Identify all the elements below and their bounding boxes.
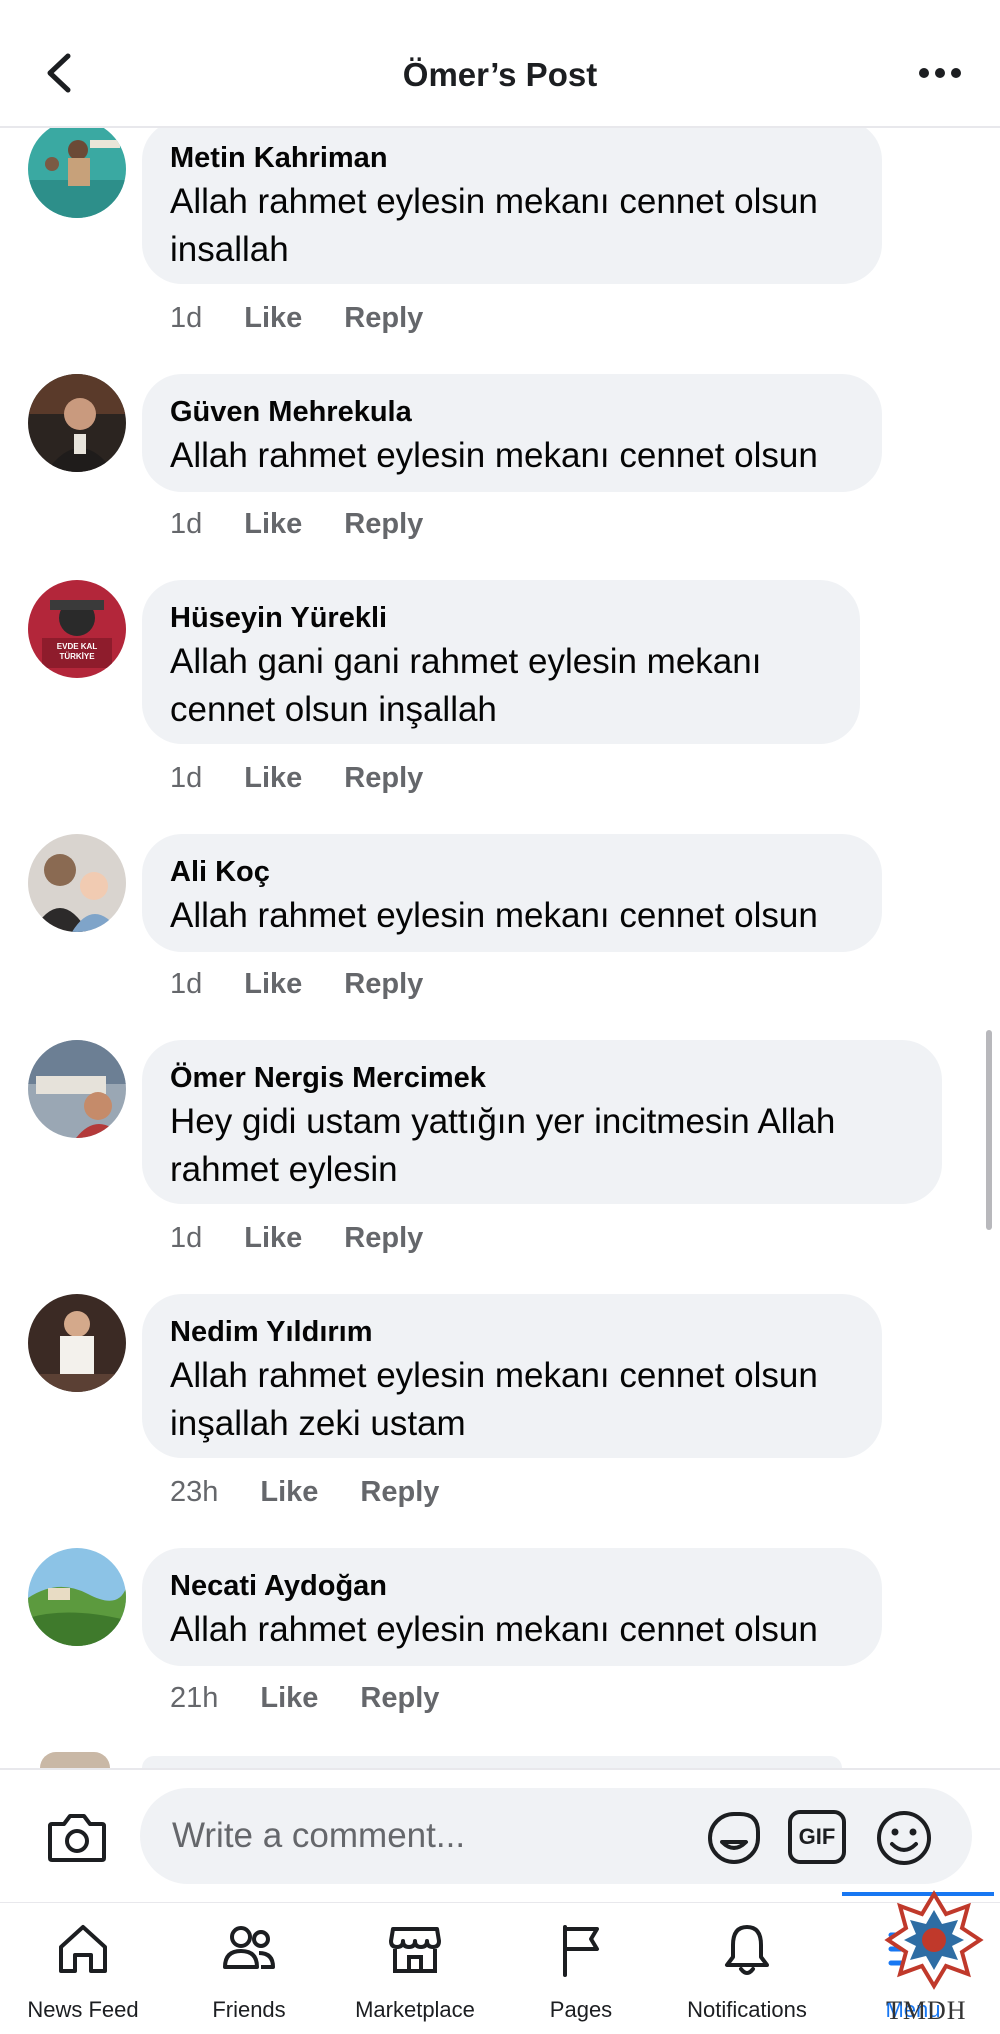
comment-input[interactable]: Write a comment... GIF (140, 1788, 972, 1884)
camera-icon[interactable] (46, 1808, 108, 1866)
comment-actions: 1d Like Reply (170, 1222, 423, 1255)
flag-icon (563, 1925, 599, 1977)
like-button[interactable]: Like (260, 1476, 318, 1509)
avatar[interactable] (28, 1294, 126, 1392)
avatar[interactable] (28, 1040, 126, 1138)
home-icon (59, 1925, 107, 1973)
avatar[interactable] (28, 1548, 126, 1646)
gif-button[interactable]: GIF (788, 1810, 846, 1864)
comment-text: Hey gidi ustam yattığın yer incitmesin A… (170, 1102, 836, 1189)
comment-actions: 21h Like Reply (170, 1682, 439, 1715)
comment-text: Allah gani gani rahmet eylesin mekanı ce… (170, 642, 762, 729)
timestamp: 1d (170, 508, 203, 540)
watermark-emblem-icon (884, 1890, 984, 1990)
like-button[interactable]: Like (244, 302, 302, 335)
like-button[interactable]: Like (244, 968, 302, 1001)
nav-label: Friends (212, 1997, 286, 2022)
comment-text: Allah rahmet eylesin mekanı cennet olsun (170, 1610, 818, 1649)
marketplace-icon (389, 1927, 441, 1973)
bell-icon (725, 1925, 769, 1975)
comment-placeholder: Write a comment... (172, 1816, 466, 1855)
avatar[interactable] (28, 120, 126, 218)
avatar-badge: EVDE KAL TÜRKİYE (56, 642, 98, 661)
timestamp: 1d (170, 762, 203, 794)
post-header: Ömer’s Post (0, 0, 1000, 128)
avatar[interactable] (28, 374, 126, 472)
commenter-name[interactable]: Necati Aydoğan (170, 1568, 852, 1604)
like-button[interactable]: Like (244, 762, 302, 795)
commenter-name[interactable]: Hüseyin Yürekli (170, 600, 830, 636)
comment-text: Allah rahmet eylesin mekanı cennet olsun (170, 896, 818, 935)
timestamp: 1d (170, 1222, 203, 1254)
nav-label: Pages (549, 1997, 613, 2022)
like-button[interactable]: Like (244, 1222, 302, 1255)
commenter-name[interactable]: Güven Mehrekula (170, 394, 852, 430)
commenter-name[interactable]: Nedim Yıldırım (170, 1314, 852, 1350)
scrollbar[interactable] (986, 1030, 992, 1230)
comment-text: Allah rahmet eylesin mekanı cennet olsun… (170, 182, 818, 269)
timestamp: 1d (170, 968, 203, 1000)
comment-partial (40, 1752, 110, 1768)
comment-bubble: Nedim Yıldırım Allah rahmet eylesin meka… (142, 1294, 882, 1458)
comment-bubble: Necati Aydoğan Allah rahmet eylesin meka… (142, 1548, 882, 1666)
comment-bubble: Güven Mehrekula Allah rahmet eylesin mek… (142, 374, 882, 492)
comment-bubble-partial (142, 1756, 842, 1768)
comment-actions: 1d Like Reply (170, 302, 423, 335)
nav-notifications[interactable]: Notifications (664, 1903, 830, 2034)
friends-icon (223, 1926, 275, 1969)
comment-bubble: Hüseyin Yürekli Allah gani gani rahmet e… (142, 580, 860, 744)
nav-friends[interactable]: Friends (166, 1903, 332, 2034)
more-options-icon[interactable] (916, 58, 964, 88)
comment-text: Allah rahmet eylesin mekanı cennet olsun… (170, 1356, 818, 1443)
reply-button[interactable]: Reply (344, 762, 423, 795)
nav-label: Notifications (687, 1997, 807, 2022)
reply-button[interactable]: Reply (344, 302, 423, 335)
comment-text: Allah rahmet eylesin mekanı cennet olsun (170, 436, 818, 475)
reply-button[interactable]: Reply (360, 1682, 439, 1715)
sticker-icon[interactable] (704, 1808, 764, 1868)
like-button[interactable]: Like (244, 508, 302, 541)
comment-bubble: Ali Koç Allah rahmet eylesin mekanı cenn… (142, 834, 882, 952)
comment-actions: 1d Like Reply (170, 508, 423, 541)
timestamp: 1d (170, 302, 203, 334)
comment-actions: 1d Like Reply (170, 968, 423, 1001)
nav-marketplace[interactable]: Marketplace (332, 1903, 498, 2034)
watermark-logo: TMDH (880, 1890, 990, 2034)
avatar[interactable]: EVDE KAL TÜRKİYE (28, 580, 126, 678)
commenter-name[interactable]: Metin Kahriman (170, 140, 852, 176)
timestamp: 23h (170, 1476, 219, 1508)
avatar[interactable] (28, 834, 126, 932)
nav-label: Marketplace (355, 1997, 475, 2022)
gif-label: GIF (798, 1824, 836, 1849)
reply-button[interactable]: Reply (344, 968, 423, 1001)
nav-news-feed[interactable]: News Feed (0, 1903, 166, 2034)
reply-button[interactable]: Reply (360, 1476, 439, 1509)
timestamp: 21h (170, 1682, 219, 1714)
comment-composer: Write a comment... GIF (0, 1768, 1000, 1902)
nav-label: News Feed (27, 1997, 139, 2022)
page-title: Ömer’s Post (402, 56, 598, 93)
bottom-nav: News Feed Friends Marketplace Pages Noti… (0, 1902, 1000, 2034)
comment-bubble: Metin Kahriman Allah rahmet eylesin meka… (142, 120, 882, 284)
emoji-icon[interactable] (874, 1808, 934, 1868)
watermark-text: TMDH (886, 1996, 967, 2025)
reply-button[interactable]: Reply (344, 508, 423, 541)
like-button[interactable]: Like (260, 1682, 318, 1715)
commenter-name[interactable]: Ali Koç (170, 854, 852, 890)
nav-pages[interactable]: Pages (498, 1903, 664, 2034)
reply-button[interactable]: Reply (344, 1222, 423, 1255)
comment-bubble: Ömer Nergis Mercimek Hey gidi ustam yatt… (142, 1040, 942, 1204)
comment-actions: 23h Like Reply (170, 1476, 439, 1509)
commenter-name[interactable]: Ömer Nergis Mercimek (170, 1060, 912, 1096)
comment-actions: 1d Like Reply (170, 762, 423, 795)
